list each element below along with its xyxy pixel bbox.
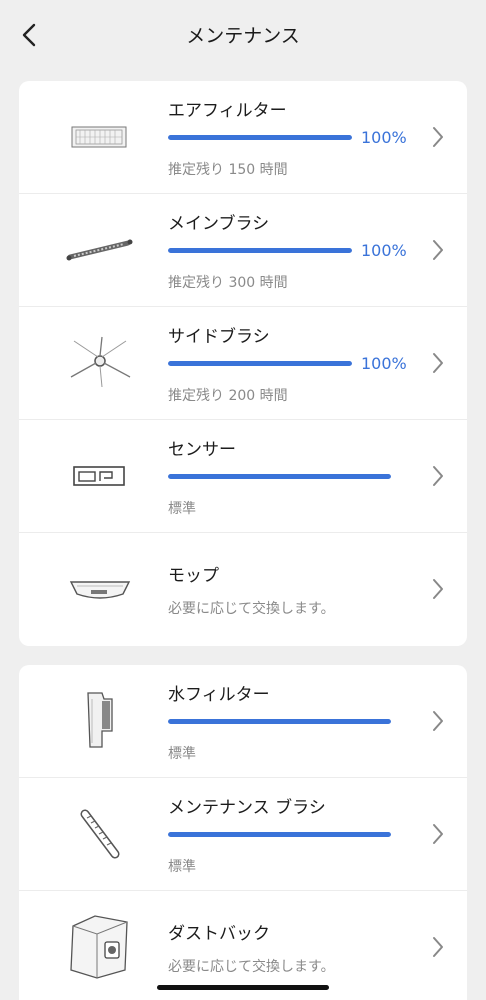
item-subtext: 標準: [168, 859, 196, 875]
item-name: エアフィルター: [168, 101, 287, 121]
item-dust-bag[interactable]: ダストバック 必要に応じて交換します。: [19, 891, 467, 1000]
item-name: ダストバック: [168, 924, 270, 944]
progress-fill: [168, 361, 352, 366]
item-name: サイドブラシ: [168, 327, 270, 347]
item-subtext: 標準: [168, 501, 196, 517]
maintenance-brush-icon: [55, 798, 145, 870]
chevron-right-icon: [433, 127, 443, 147]
progress-percent: 100%: [361, 354, 407, 373]
home-indicator: [157, 985, 329, 990]
item-name: 水フィルター: [168, 685, 270, 705]
progress-bar: [168, 135, 352, 140]
progress-fill: [168, 719, 391, 724]
chevron-right-icon: [433, 240, 443, 260]
maintenance-card-primary: エアフィルター 100% 推定残り 150 時間 メインブラシ 100% 推定残…: [19, 81, 467, 646]
item-subtext: 推定残り 150 時間: [168, 162, 288, 178]
item-subtext: 必要に応じて交換します。: [168, 601, 335, 617]
progress-fill: [168, 832, 391, 837]
item-name: センサー: [168, 440, 236, 460]
progress-bar: [168, 474, 391, 479]
item-sensor[interactable]: センサー 標準: [19, 420, 467, 533]
chevron-right-icon: [433, 824, 443, 844]
main-brush-icon: [55, 214, 145, 286]
item-air-filter[interactable]: エアフィルター 100% 推定残り 150 時間: [19, 81, 467, 194]
progress-fill: [168, 248, 352, 253]
progress-bar: [168, 719, 391, 724]
item-maintenance-brush[interactable]: メンテナンス ブラシ 標準: [19, 778, 467, 891]
item-subtext: 推定残り 300 時間: [168, 275, 288, 291]
sensor-icon: [55, 440, 145, 512]
dust-bag-icon: [55, 911, 145, 983]
air-filter-icon: [55, 101, 145, 173]
progress-bar: [168, 832, 391, 837]
chevron-right-icon: [433, 711, 443, 731]
chevron-right-icon: [433, 466, 443, 486]
item-name: メンテナンス ブラシ: [168, 798, 326, 818]
chevron-right-icon: [433, 579, 443, 599]
item-subtext: 必要に応じて交換します。: [168, 959, 335, 975]
progress-fill: [168, 135, 352, 140]
progress-fill: [168, 474, 391, 479]
header: メンテナンス: [0, 0, 486, 70]
progress-bar: [168, 361, 352, 366]
water-filter-icon: [55, 685, 145, 757]
item-mop[interactable]: モップ 必要に応じて交換します。: [19, 533, 467, 646]
progress-percent: 100%: [361, 128, 407, 147]
item-main-brush[interactable]: メインブラシ 100% 推定残り 300 時間: [19, 194, 467, 307]
item-subtext: 推定残り 200 時間: [168, 388, 288, 404]
item-side-brush[interactable]: サイドブラシ 100% 推定残り 200 時間: [19, 307, 467, 420]
mop-icon: [55, 553, 145, 625]
chevron-right-icon: [433, 353, 443, 373]
progress-bar: [168, 248, 352, 253]
progress-percent: 100%: [361, 241, 407, 260]
maintenance-card-secondary: 水フィルター 標準 メンテナンス ブラシ 標準 ダストバック 必要に応じて交換し…: [19, 665, 467, 1000]
chevron-right-icon: [433, 937, 443, 957]
page-title: メンテナンス: [186, 25, 300, 47]
item-name: メインブラシ: [168, 214, 270, 234]
item-subtext: 標準: [168, 746, 196, 762]
item-water-filter[interactable]: 水フィルター 標準: [19, 665, 467, 778]
side-brush-icon: [55, 327, 145, 399]
item-name: モップ: [168, 566, 219, 586]
